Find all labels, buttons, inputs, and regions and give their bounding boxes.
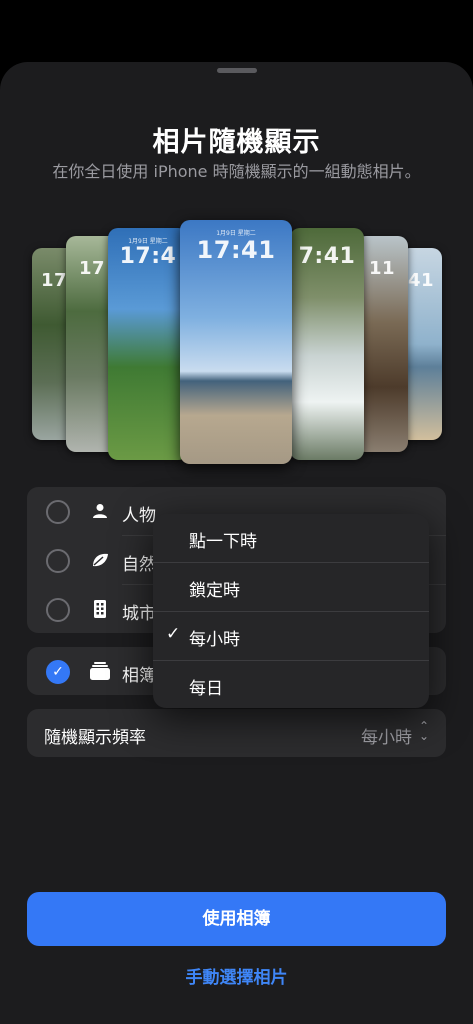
sheet-grabber[interactable] [217,68,257,73]
sheet-subtitle: 在你全日使用 iPhone 時隨機顯示的一組動態相片。 [52,162,421,181]
category-label: 城市 [122,604,156,624]
frequency-label: 隨機顯示頻率 [44,728,146,748]
sheet-title: 相片隨機顯示 [152,127,321,158]
menu-item-hourly[interactable]: ✓ 每小時 [153,612,429,660]
album-label: 相簿 [122,666,156,686]
preview-card[interactable]: 1月9日 星期二 17:4 [108,228,188,460]
building-icon [90,599,110,619]
preview-card[interactable]: 7:41 [290,228,364,460]
use-album-button[interactable]: 使用相簿 [27,892,446,946]
menu-item-label: 每小時 [189,630,240,650]
preview-card-selected[interactable]: 1月9日 星期二 17:41 [180,220,292,464]
menu-item-label: 鎖定時 [189,581,240,601]
radio-button[interactable] [46,598,70,622]
menu-item-label: 每日 [189,679,223,699]
chevron-up-down-icon: ⌃ ⌄ [418,719,430,743]
person-icon [90,501,110,521]
wallpaper-preview-carousel[interactable]: 17 17 1月9日 星期二 17:4 1月9日 星期二 17:41 7:41 … [0,220,473,470]
radio-button[interactable] [46,549,70,573]
menu-item-on-lock[interactable]: 鎖定時 [153,563,429,611]
select-photos-manually-button[interactable]: 手動選擇相片 [0,963,473,988]
category-label: 人物 [122,506,156,526]
frequency-popup-menu: 點一下時 鎖定時 ✓ 每小時 每日 [153,514,429,708]
leaf-icon [90,550,110,570]
card-time: 7:41 [298,244,356,269]
menu-item-label: 點一下時 [189,532,257,552]
card-time: 17:4 [119,244,177,269]
menu-item-daily[interactable]: 每日 [153,661,429,708]
category-label: 自然 [122,555,156,575]
radio-button[interactable] [46,500,70,524]
card-time: 17:41 [196,236,276,264]
shuffle-frequency-row[interactable]: 隨機顯示頻率 每小時 ⌃ ⌄ [27,709,446,757]
radio-button-checked[interactable]: ✓ [46,660,70,684]
checkmark-icon: ✓ [166,624,181,644]
menu-item-on-tap[interactable]: 點一下時 [153,514,429,562]
album-stack-icon [90,661,110,681]
frequency-value[interactable]: 每小時 [361,723,412,748]
